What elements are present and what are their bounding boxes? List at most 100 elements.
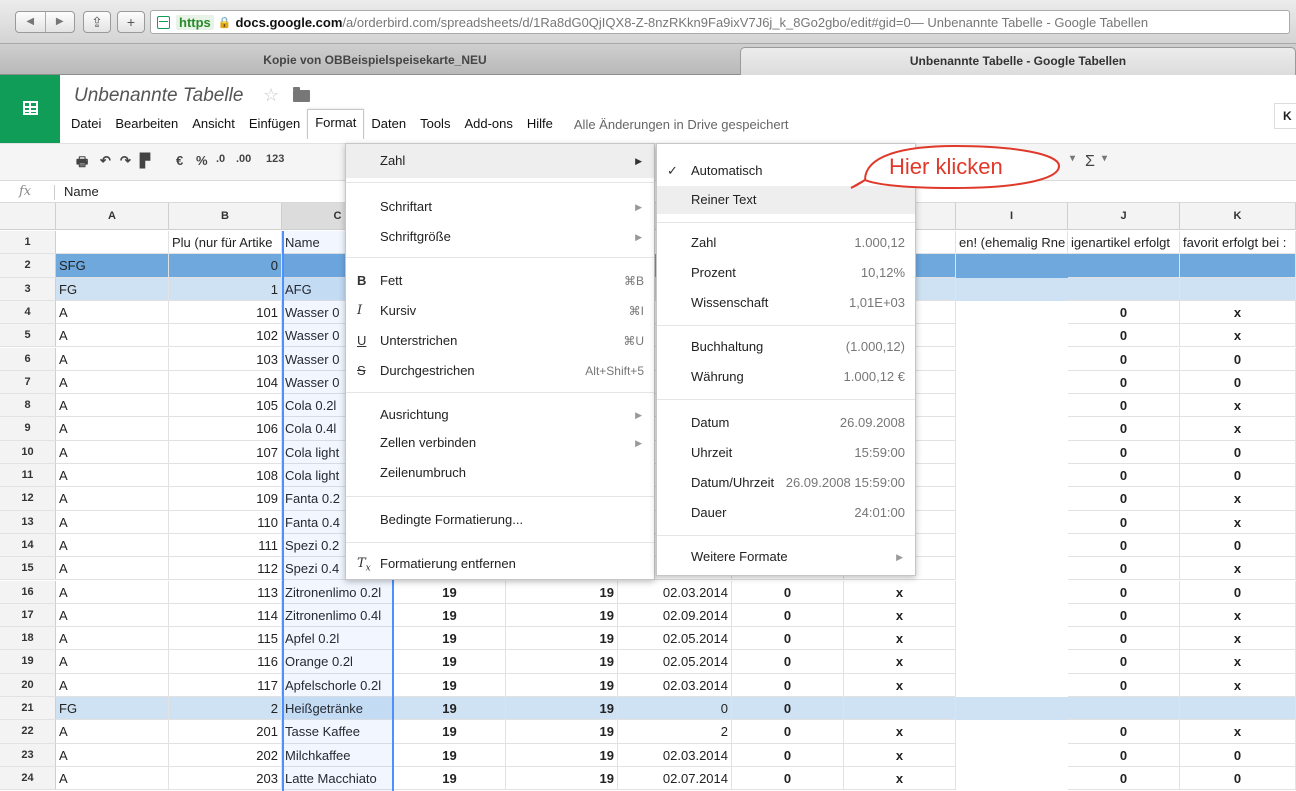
menu-item-kursiv[interactable]: I Kursiv ⌘I [346, 298, 654, 324]
select-all-corner[interactable] [0, 203, 56, 230]
cell-f22[interactable]: 2 [618, 720, 732, 744]
cell-b5[interactable]: 102 [169, 324, 282, 348]
menu-item-bedingte-formatierung[interactable]: Bedingte Formatierung... [346, 506, 654, 534]
sheets-logo[interactable] [0, 75, 60, 143]
cell-a9[interactable]: A [56, 417, 169, 441]
cell-e17[interactable]: 19 [506, 603, 618, 628]
row-header[interactable]: 13 [0, 510, 56, 534]
cell-e19[interactable]: 19 [506, 650, 618, 674]
cell-d21[interactable]: 19 [394, 697, 506, 721]
cell-k5[interactable]: x [1180, 324, 1296, 348]
cell-a19[interactable]: A [56, 650, 169, 674]
cell-a22[interactable]: A [56, 720, 169, 744]
format-zahl[interactable]: Zahl 1.000,12 [657, 230, 915, 256]
menu-bearbeiten[interactable]: Bearbeiten [108, 111, 185, 137]
cell-k18[interactable]: x [1180, 627, 1296, 651]
cell-h24[interactable]: x [844, 766, 956, 791]
cell-k15[interactable]: x [1180, 557, 1296, 581]
cell-k14[interactable]: 0 [1180, 533, 1296, 558]
cell-k19[interactable]: x [1180, 650, 1296, 674]
forward-icon[interactable]: ▶ [46, 12, 75, 32]
cell-a4[interactable]: A [56, 300, 169, 325]
cell-j20[interactable]: 0 [1068, 673, 1180, 697]
row-header[interactable]: 18 [0, 627, 56, 651]
menu-tools[interactable]: Tools [413, 111, 457, 137]
cell-a14[interactable]: A [56, 533, 169, 558]
cell-k17[interactable]: x [1180, 603, 1296, 628]
cell-j10[interactable]: 0 [1068, 440, 1180, 464]
row-header[interactable]: 1 [0, 231, 56, 255]
row-header[interactable]: 17 [0, 603, 56, 628]
cell-b2[interactable]: 0 [169, 254, 282, 278]
cell-b10[interactable]: 107 [169, 440, 282, 464]
paint-format-icon[interactable]: ▛ [140, 153, 150, 169]
cell-e22[interactable]: 19 [506, 720, 618, 744]
cell-e24[interactable]: 19 [506, 766, 618, 791]
cell-d16[interactable]: 19 [394, 580, 506, 604]
cell-a5[interactable]: A [56, 324, 169, 348]
formula-input[interactable]: Name [64, 184, 99, 199]
cell-a6[interactable]: A [56, 347, 169, 371]
format-waehrung[interactable]: Währung 1.000,12 € [657, 364, 915, 390]
cell-k22[interactable]: x [1180, 720, 1296, 744]
cell-g19[interactable]: 0 [732, 650, 844, 674]
cell-j13[interactable]: 0 [1068, 510, 1180, 534]
cell-g18[interactable]: 0 [732, 627, 844, 651]
share-icon[interactable]: ⇪ [83, 11, 111, 33]
cell-k10[interactable]: 0 [1180, 440, 1296, 464]
format-buchhaltung[interactable]: Buchhaltung (1.000,12) [657, 334, 915, 360]
cell-h17[interactable]: x [844, 603, 956, 628]
cell-b16[interactable]: 113 [169, 580, 282, 604]
cell-b23[interactable]: 202 [169, 743, 282, 767]
cell-a18[interactable]: A [56, 627, 169, 651]
tab-unbenannte-tabelle[interactable]: Unbenannte Tabelle - Google Tabellen [740, 47, 1296, 75]
cell-j2[interactable] [1068, 254, 1180, 278]
cell-h19[interactable]: x [844, 650, 956, 674]
menu-item-zahl[interactable]: Zahl ▶ [346, 144, 654, 178]
chevron-down-icon[interactable]: ▾ [1102, 153, 1107, 164]
row-header[interactable]: 22 [0, 720, 56, 744]
cell-j9[interactable]: 0 [1068, 417, 1180, 441]
cell-a2[interactable]: SFG [56, 254, 169, 278]
cell-h16[interactable]: x [844, 580, 956, 604]
row-header[interactable]: 7 [0, 370, 56, 395]
row-header[interactable]: 24 [0, 766, 56, 791]
row-header[interactable]: 14 [0, 533, 56, 558]
cell-j18[interactable]: 0 [1068, 627, 1180, 651]
cell-k21[interactable] [1180, 697, 1296, 721]
row-header[interactable]: 4 [0, 300, 56, 325]
menu-daten[interactable]: Daten [364, 111, 413, 137]
print-icon[interactable]: 🖶 [76, 153, 88, 175]
cell-d24[interactable]: 19 [394, 766, 506, 791]
cell-c21[interactable]: Heißgetränke [282, 697, 394, 721]
percent-button[interactable]: % [196, 153, 208, 168]
cell-d17[interactable]: 19 [394, 603, 506, 628]
cell-e20[interactable]: 19 [506, 673, 618, 697]
format-prozent[interactable]: Prozent 10,12% [657, 260, 915, 286]
cell-j6[interactable]: 0 [1068, 347, 1180, 371]
cell-d19[interactable]: 19 [394, 650, 506, 674]
menu-add-ons[interactable]: Add-ons [457, 111, 519, 137]
cell-b4[interactable]: 101 [169, 300, 282, 325]
cell-j17[interactable]: 0 [1068, 603, 1180, 628]
cell-k12[interactable]: x [1180, 487, 1296, 511]
cell-a23[interactable]: A [56, 743, 169, 767]
cell-k24[interactable]: 0 [1180, 766, 1296, 791]
row-header[interactable]: 6 [0, 347, 56, 371]
cell-b11[interactable]: 108 [169, 464, 282, 488]
cell-b8[interactable]: 105 [169, 394, 282, 418]
cell-c16[interactable]: Zitronenlimo 0.2l [282, 580, 394, 604]
row-header[interactable]: 20 [0, 673, 56, 697]
row-header[interactable]: 21 [0, 697, 56, 721]
cell-a1[interactable] [56, 231, 169, 255]
save-status[interactable]: Alle Änderungen in Drive gespeichert [574, 117, 789, 132]
cell-d22[interactable]: 19 [394, 720, 506, 744]
cell-a3[interactable]: FG [56, 277, 169, 301]
folder-icon[interactable] [293, 87, 310, 102]
new-tab-icon[interactable]: + [117, 11, 145, 33]
cell-c17[interactable]: Zitronenlimo 0.4l [282, 603, 394, 628]
cell-a15[interactable]: A [56, 557, 169, 581]
cell-k16[interactable]: 0 [1180, 580, 1296, 604]
document-title[interactable]: Unbenannte Tabelle [74, 85, 243, 107]
cell-c22[interactable]: Tasse Kaffee [282, 720, 394, 744]
